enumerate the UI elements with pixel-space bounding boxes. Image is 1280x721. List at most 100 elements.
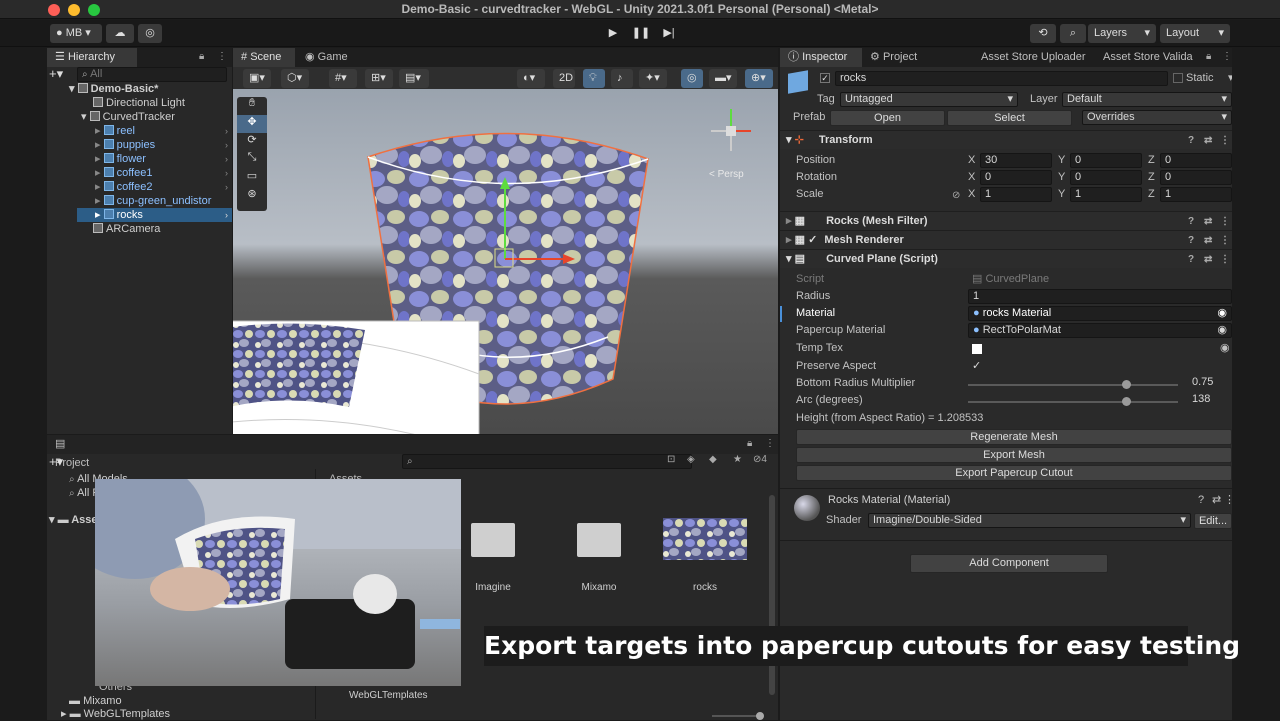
zoom-slider[interactable] [712,712,764,720]
axis-label[interactable]: Y [1058,169,1065,186]
preset-icon[interactable]: ⇄ [1204,131,1212,150]
add-object-button[interactable]: +▾ [49,67,71,81]
tree-item-webgltemplates[interactable]: ▸ ▬ WebGLTemplates [61,707,170,721]
zoom-slider-knob[interactable] [756,712,764,720]
tab-hierarchy[interactable]: ☰ Hierarchy [47,48,137,67]
shading-icon[interactable]: ◐▾ [517,69,545,88]
scene-row[interactable]: ▾ Demo-Basic* [69,82,158,96]
more-icon[interactable]: ⋮ [1220,231,1230,250]
filter-label-icon[interactable]: ◈ [687,454,695,465]
help-icon[interactable]: ? [1198,492,1204,509]
lock-icon[interactable]: 🔒︎ [1206,51,1211,62]
hierarchy-item-arcamera[interactable]: ARCamera [93,222,160,236]
scale-y-field[interactable]: 1 [1070,187,1142,202]
account-dropdown[interactable]: ● MB ▾ [50,24,102,43]
asset-label-rocks[interactable]: rocks [673,581,737,595]
more-icon[interactable]: ⋮ [217,51,227,62]
hierarchy-item-coffee1[interactable]: ▸ coffee1 › [95,166,232,180]
position-x-field[interactable]: 30 [980,153,1052,168]
rect-tool-icon[interactable]: ▭ [237,169,267,187]
project-search-input[interactable]: ⌕ [402,454,692,469]
folder-icon[interactable] [577,523,621,557]
gizmos-icon[interactable]: ⊕▾ [745,69,773,88]
shader-dropdown[interactable]: Imagine/Double-Sided ▾ [868,513,1191,528]
create-asset-button[interactable]: +▾ [49,454,63,470]
hierarchy-item-coffee2[interactable]: ▸ coffee2 › [95,180,232,194]
lighting-icon[interactable]: 💡︎ [583,69,605,88]
tab-scene[interactable]: # Scene [233,48,295,67]
rotation-x-field[interactable]: 0 [980,170,1052,185]
papercup-field[interactable]: ● RectToPolarMat ◉ [968,323,1232,338]
transform-header[interactable]: ▾ ⊹ Transform? ⇄ ⋮ [780,130,1232,149]
hierarchy-item-curvedtracker[interactable]: ▾ CurvedTracker [81,110,175,124]
position-y-field[interactable]: 0 [1070,153,1142,168]
axis-label[interactable]: Y [1058,152,1065,169]
play-button[interactable]: ▶ [600,23,626,44]
tab-asset-store-uploader[interactable]: Asset Store Uploader [973,48,1097,67]
hierarchy-item-puppies[interactable]: ▸ puppies › [95,138,232,152]
curved-plane-header[interactable]: ▾ ▤ Curved Plane (Script)? ⇄ ⋮ [780,249,1232,268]
arc-slider[interactable] [968,397,1178,406]
object-picker-icon[interactable]: ◉ [1217,324,1227,337]
asset-label-webgltemplates[interactable]: WebGLTemplates [349,689,428,703]
radius-field[interactable]: 1 [968,289,1232,304]
increment-snap-icon[interactable]: ⊞▾ [365,69,393,88]
hierarchy-item-flower[interactable]: ▸ flower › [95,152,232,166]
hand-tool-icon[interactable]: ✋︎ [237,97,267,115]
pause-button[interactable]: ❚❚ [628,23,654,44]
mesh-renderer-checkbox[interactable]: ✓ [808,234,817,246]
prefab-open-button[interactable]: Open [830,110,945,126]
grid-snap-icon[interactable]: #▾ [329,69,357,88]
scale-z-field[interactable]: 1 [1160,187,1232,202]
prefab-select-button[interactable]: Select [947,110,1072,126]
help-icon[interactable]: ? [1188,212,1194,231]
help-icon[interactable]: ? [1188,250,1194,269]
arc-value[interactable]: 138 [1188,393,1232,408]
tab-project[interactable]: ▤ Project [47,435,107,469]
add-component-button[interactable]: Add Component [910,554,1108,573]
bottom-radius-value[interactable]: 0.75 [1188,376,1232,391]
link-scale-icon[interactable]: ⊘ [952,190,960,201]
tab-project-settings[interactable]: ⚙ Project Settings [862,48,966,82]
hierarchy-item-reel[interactable]: ▸ reel › [95,124,232,138]
preset-icon[interactable]: ⇄ [1204,250,1212,269]
help-icon[interactable]: ? [1188,131,1194,150]
rotate-tool-icon[interactable]: ⟳ [237,133,267,151]
prefab-overrides-dropdown[interactable]: Overrides ▾ [1082,110,1232,125]
visibility-count[interactable]: ⊘4 [753,454,767,465]
axis-label[interactable]: X [968,169,975,186]
position-z-field[interactable]: 0 [1160,153,1232,168]
draw-mode-icon[interactable]: ▣▾ [243,69,271,88]
folder-label-mixamo[interactable]: Mixamo [567,581,631,595]
mesh-filter-header[interactable]: ▸ ▦ Rocks (Mesh Filter)? ⇄ ⋮ [780,211,1232,230]
export-mesh-button[interactable]: Export Mesh [796,447,1232,463]
material-field[interactable]: ● rocks Material ◉ [968,306,1232,321]
layer-dropdown[interactable]: Default ▾ [1062,92,1232,107]
rotation-z-field[interactable]: 0 [1160,170,1232,185]
gizmo-mode-icon[interactable]: ⬡▾ [281,69,309,88]
bottom-radius-slider[interactable] [968,380,1178,389]
favorite-icon[interactable]: ★ [733,454,742,465]
label-icon[interactable]: ◆ [709,454,717,465]
transform-tool-icon[interactable]: ⊛ [237,187,267,205]
axis-label[interactable]: Z [1148,169,1155,186]
collab-icon[interactable]: ◎ [138,24,162,43]
axis-label[interactable]: Z [1148,152,1155,169]
object-name-field[interactable]: rocks [835,71,1168,86]
move-tool-icon[interactable]: ✥ [237,115,267,133]
folder-icon[interactable] [471,523,515,557]
axis-label[interactable]: Y [1058,186,1065,203]
arc-knob[interactable] [1121,397,1131,406]
persp-label[interactable]: < Persp [709,169,744,180]
preset-icon[interactable]: ⇄ [1204,231,1212,250]
hierarchy-item-rocks[interactable]: ▸ rocks › [77,208,232,222]
lock-icon[interactable]: 🔒︎ [199,51,204,62]
more-icon[interactable]: ⋮ [1220,212,1230,231]
scale-x-field[interactable]: 1 [980,187,1052,202]
camera-icon[interactable]: ▬▾ [709,69,737,88]
render-mode-icon[interactable]: ▤▾ [399,69,429,88]
mode-2d-button[interactable]: 2D [553,69,575,88]
material-title[interactable]: Rocks Material (Material) [828,492,950,509]
export-papercup-button[interactable]: Export Papercup Cutout [796,465,1232,481]
rocks-texture-thumbnail[interactable] [663,518,747,560]
